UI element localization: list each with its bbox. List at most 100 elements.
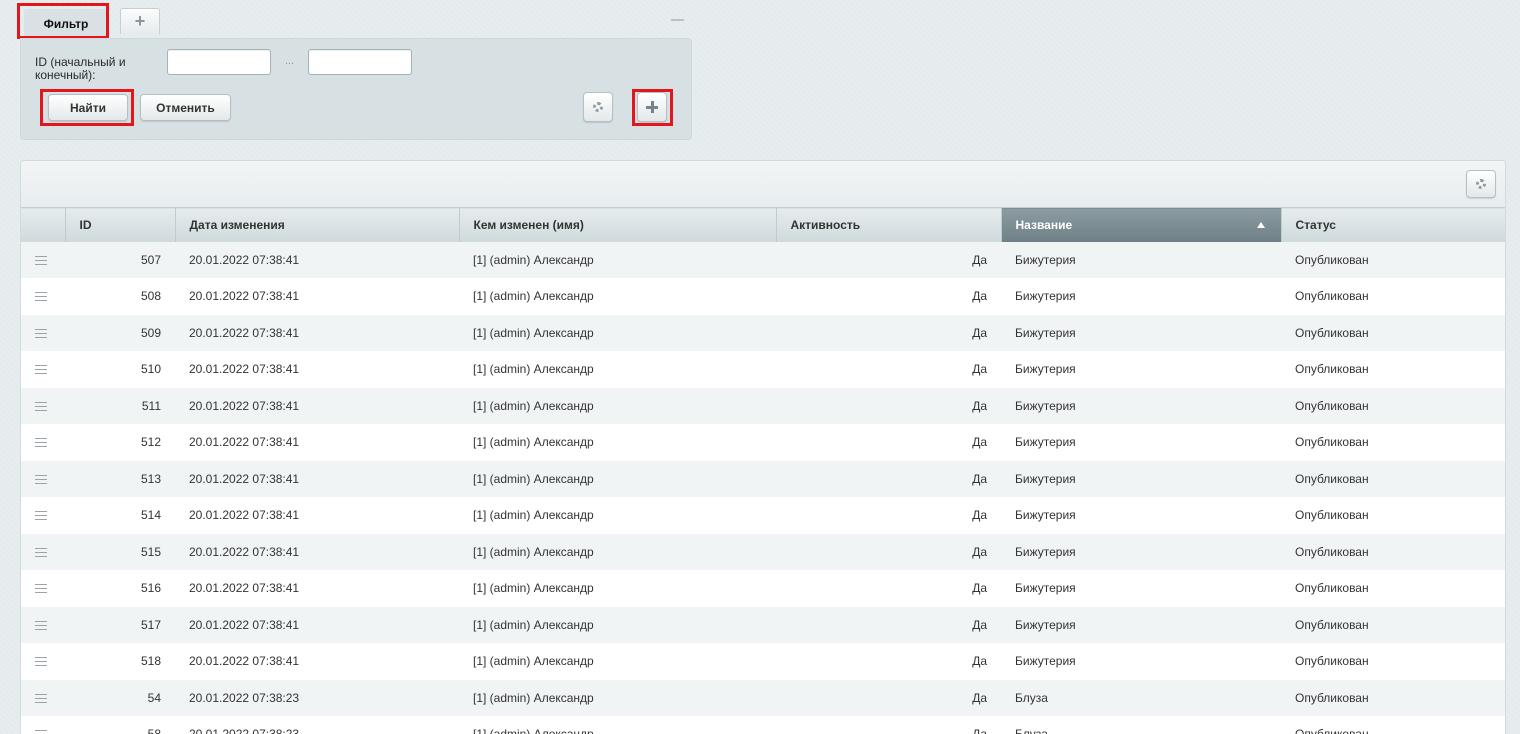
id-from-input[interactable]: [167, 49, 271, 75]
cell-date: 20.01.2022 07:38:41: [175, 241, 459, 278]
table-row[interactable]: 510 20.01.2022 07:38:41 [1] (admin) Алекса…: [21, 351, 1505, 388]
table-row[interactable]: 516 20.01.2022 07:38:41 [1] (admin) Алекса…: [21, 570, 1505, 607]
row-action-cell[interactable]: [21, 606, 65, 643]
table-row[interactable]: 514 20.01.2022 07:38:41 [1] (admin) Алекса…: [21, 497, 1505, 534]
cell-id: 58: [65, 716, 175, 734]
table-row[interactable]: 512 20.01.2022 07:38:41 [1] (admin) Алекса…: [21, 424, 1505, 461]
cell-active: Да: [776, 716, 1001, 734]
header-col-date[interactable]: Дата изменения: [175, 207, 460, 242]
cell-date: 20.01.2022 07:38:41: [175, 314, 459, 351]
cell-date: 20.01.2022 07:38:41: [175, 278, 459, 315]
header-col-drag: [21, 207, 66, 242]
cell-id: 507: [65, 241, 175, 278]
table-row[interactable]: 54 20.01.2022 07:38:23 [1] (admin) Алексан…: [21, 679, 1505, 716]
row-action-cell[interactable]: [21, 278, 65, 315]
cell-status: Опубликован: [1281, 497, 1505, 534]
filter-settings-button[interactable]: [583, 92, 613, 122]
row-action-cell[interactable]: [21, 351, 65, 388]
table-row[interactable]: 511 20.01.2022 07:38:41 [1] (admin) Алекса…: [21, 387, 1505, 424]
cell-modified-by: [1] (admin) Александр: [459, 716, 776, 734]
row-action-cell[interactable]: [21, 314, 65, 351]
id-range-label: ID (начальный и конечный):: [35, 55, 126, 82]
add-filter-tab-button[interactable]: +: [120, 8, 160, 34]
cell-status: Опубликован: [1281, 424, 1505, 461]
tab-filter[interactable]: Фильтр: [24, 9, 108, 39]
table-row[interactable]: 507 20.01.2022 07:38:41 [1] (admin) Алекса…: [21, 241, 1505, 278]
cell-date: 20.01.2022 07:38:41: [175, 570, 459, 607]
row-action-cell[interactable]: [21, 241, 65, 278]
menu-icon[interactable]: [35, 620, 47, 630]
cell-modified-by: [1] (admin) Александр: [459, 278, 776, 315]
menu-icon[interactable]: [35, 474, 47, 484]
cell-modified-by: [1] (admin) Александр: [459, 679, 776, 716]
cell-date: 20.01.2022 07:38:41: [175, 643, 459, 680]
cell-date: 20.01.2022 07:38:41: [175, 351, 459, 388]
header-col-active[interactable]: Активность: [776, 207, 1002, 242]
menu-icon[interactable]: [35, 693, 47, 703]
table-row[interactable]: 513 20.01.2022 07:38:41 [1] (admin) Алекса…: [21, 460, 1505, 497]
cell-name: Бижутерия: [1001, 570, 1281, 607]
cell-status: Опубликован: [1281, 387, 1505, 424]
row-action-cell[interactable]: [21, 679, 65, 716]
cell-modified-by: [1] (admin) Александр: [459, 314, 776, 351]
row-action-cell[interactable]: [21, 387, 65, 424]
cell-status: Опубликован: [1281, 679, 1505, 716]
table-row[interactable]: 518 20.01.2022 07:38:41 [1] (admin) Алекса…: [21, 643, 1505, 680]
row-action-cell[interactable]: [21, 424, 65, 461]
cell-active: Да: [776, 314, 1001, 351]
table-row[interactable]: 517 20.01.2022 07:38:41 [1] (admin) Алекса…: [21, 606, 1505, 643]
table-row[interactable]: 508 20.01.2022 07:38:41 [1] (admin) Алекса…: [21, 278, 1505, 315]
header-col-id[interactable]: ID: [65, 207, 176, 242]
menu-icon[interactable]: [35, 438, 47, 448]
find-button[interactable]: Найти: [48, 94, 128, 121]
row-action-cell[interactable]: [21, 497, 65, 534]
menu-icon[interactable]: [35, 511, 47, 521]
row-action-cell[interactable]: [21, 643, 65, 680]
add-filter-field-button[interactable]: [637, 92, 667, 122]
cell-name: Бижутерия: [1001, 643, 1281, 680]
header-col-modified-by[interactable]: Кем изменен (имя): [459, 207, 777, 242]
table-row[interactable]: 509 20.01.2022 07:38:41 [1] (admin) Алекса…: [21, 314, 1505, 351]
range-separator: ...: [285, 55, 295, 67]
cell-date: 20.01.2022 07:38:41: [175, 424, 459, 461]
cell-name: Бижутерия: [1001, 497, 1281, 534]
row-action-cell[interactable]: [21, 533, 65, 570]
cell-modified-by: [1] (admin) Александр: [459, 387, 776, 424]
header-col-name[interactable]: Название: [1001, 207, 1282, 242]
menu-icon[interactable]: [35, 292, 47, 302]
cell-date: 20.01.2022 07:38:41: [175, 497, 459, 534]
cell-id: 518: [65, 643, 175, 680]
menu-icon[interactable]: [35, 328, 47, 338]
cell-date: 20.01.2022 07:38:23: [175, 679, 459, 716]
menu-icon[interactable]: [35, 657, 47, 667]
grid-header-row: ID Дата изменения Кем изменен (имя) Активно…: [21, 207, 1505, 242]
row-action-cell[interactable]: [21, 716, 65, 734]
grid-table: ID Дата изменения Кем изменен (имя) Активно…: [21, 207, 1505, 734]
cell-active: Да: [776, 278, 1001, 315]
row-action-cell[interactable]: [21, 570, 65, 607]
menu-icon[interactable]: [35, 547, 47, 557]
header-col-status[interactable]: Статус: [1281, 207, 1505, 242]
row-action-cell[interactable]: [21, 460, 65, 497]
cell-status: Опубликован: [1281, 606, 1505, 643]
filter-panel: ID (начальный и конечный): ... Найти Отм…: [20, 38, 692, 140]
menu-icon[interactable]: [35, 584, 47, 594]
cancel-button[interactable]: Отменить: [140, 94, 231, 121]
cell-modified-by: [1] (admin) Александр: [459, 424, 776, 461]
cell-active: Да: [776, 460, 1001, 497]
id-to-input[interactable]: [308, 49, 412, 75]
menu-icon[interactable]: [35, 255, 47, 265]
menu-icon[interactable]: [35, 730, 47, 734]
collapse-filter-button[interactable]: [668, 11, 686, 29]
cell-status: Опубликован: [1281, 351, 1505, 388]
cell-id: 515: [65, 533, 175, 570]
menu-icon[interactable]: [35, 401, 47, 411]
menu-icon[interactable]: [35, 365, 47, 375]
cell-id: 510: [65, 351, 175, 388]
cell-id: 516: [65, 570, 175, 607]
table-row[interactable]: 515 20.01.2022 07:38:41 [1] (admin) Алекса…: [21, 533, 1505, 570]
table-row[interactable]: 5820.01.2022 07:38:23[1] (admin) Алексан…: [21, 716, 1505, 734]
cell-active: Да: [776, 643, 1001, 680]
cell-name: Бижутерия: [1001, 241, 1281, 278]
grid-settings-button[interactable]: [1466, 170, 1496, 198]
